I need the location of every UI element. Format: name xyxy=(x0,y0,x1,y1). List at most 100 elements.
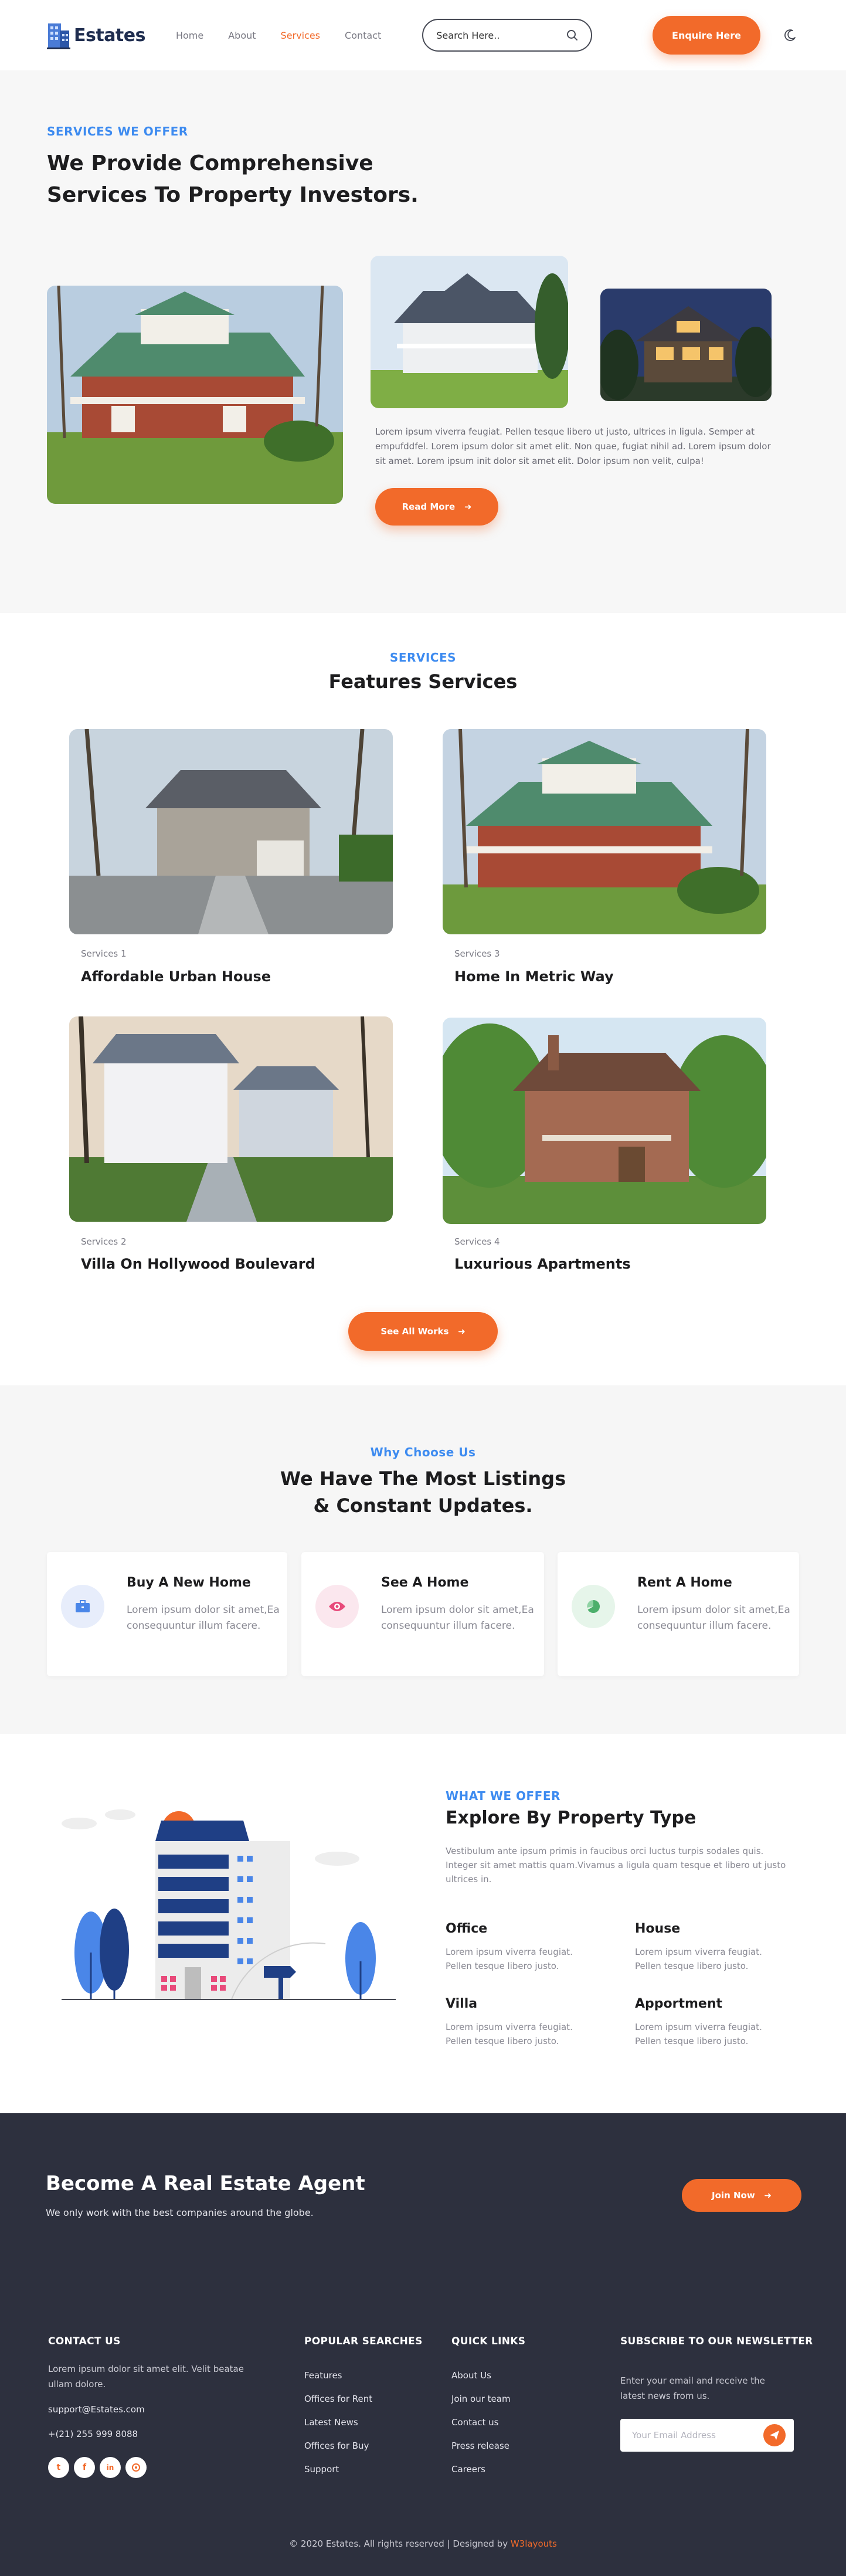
footer-contact-heading: CONTACT US xyxy=(48,2336,121,2347)
why-title-line-2: & Constant Updates. xyxy=(313,1494,533,1517)
why-card-text: Lorem ipsum dolor sit amet,Ea consequunt… xyxy=(381,1604,534,1632)
nav-link-contact[interactable]: Contact xyxy=(345,30,381,41)
nav-link-home[interactable]: Home xyxy=(176,30,203,41)
footer-link-careers[interactable]: Careers xyxy=(451,2464,485,2475)
features-eyebrow: SERVICES xyxy=(389,650,457,665)
service-card-title-2[interactable]: Home In Metric Way xyxy=(454,968,614,985)
designer-link[interactable]: W3layouts xyxy=(511,2538,557,2549)
property-type-text: Lorem ipsum viverra feugiat. Pellen tesq… xyxy=(446,1947,573,1971)
eye-icon xyxy=(315,1585,359,1628)
service-card-sub-2: Services 3 xyxy=(454,948,500,959)
hero-image-night-house xyxy=(600,289,772,401)
property-type-villa[interactable]: Villa xyxy=(446,1997,477,2011)
logo-text: Estates xyxy=(74,25,145,46)
property-type-text: Lorem ipsum viverra feugiat. Pellen tesq… xyxy=(446,2022,573,2046)
why-card-see[interactable]: See A Home Lorem ipsum dolor sit amet,Ea… xyxy=(301,1552,544,1676)
service-card-title-1[interactable]: Affordable Urban House xyxy=(81,968,271,985)
service-card-image-4[interactable] xyxy=(443,1018,766,1224)
footer-link-support[interactable]: Support xyxy=(304,2464,339,2475)
read-more-label: Read More xyxy=(402,501,456,512)
service-card-title-3[interactable]: Villa On Hollywood Boulevard xyxy=(81,1256,315,1272)
why-title-line-1: We Have The Most Listings xyxy=(280,1467,566,1490)
nav-link-services[interactable]: Services xyxy=(281,30,320,41)
footer-link-about-us[interactable]: About Us xyxy=(451,2370,491,2381)
hero-image-farmhouse xyxy=(47,286,343,504)
property-type-text: Lorem ipsum viverra feugiat. Pellen tesq… xyxy=(635,1947,762,1971)
facebook-icon[interactable]: f xyxy=(74,2457,95,2478)
nav-links: Home About Services Contact xyxy=(176,30,381,41)
copyright: © 2020 Estates. All rights reserved | De… xyxy=(0,2538,846,2549)
agent-title: Become A Real Estate Agent xyxy=(46,2172,365,2195)
hero-image-white-house xyxy=(371,256,568,408)
property-type-apportment[interactable]: Apportment xyxy=(635,1997,722,2011)
newsletter-email-input[interactable] xyxy=(632,2430,763,2441)
footer-quick-heading: QUICK LINKS xyxy=(451,2336,526,2347)
hero-title: We Provide Comprehensive Services To Pro… xyxy=(47,151,419,207)
property-type-section: WHAT WE OFFER Explore By Property Type V… xyxy=(0,1734,846,2113)
why-title: We Have The Most Listings & Constant Upd… xyxy=(0,1465,846,1519)
search-input[interactable] xyxy=(436,29,567,41)
moon-icon xyxy=(784,29,796,41)
footer-popular-heading: POPULAR SEARCHES xyxy=(304,2336,423,2347)
why-eyebrow: Why Choose Us xyxy=(370,1445,476,1459)
why-card-title: See A Home xyxy=(381,1575,469,1590)
paper-plane-icon xyxy=(770,2431,779,2440)
why-choose-section: Why Choose Us We Have The Most Listings … xyxy=(0,1385,846,1734)
footer-phone-link[interactable]: +(21) 255 999 8088 xyxy=(48,2429,138,2439)
service-card-sub-3: Services 2 xyxy=(81,1236,127,1247)
linkedin-icon[interactable]: in xyxy=(100,2457,121,2478)
search-box xyxy=(422,19,593,52)
property-type-house[interactable]: House xyxy=(635,1921,680,1936)
footer-link-join-team[interactable]: Join our team xyxy=(451,2394,511,2404)
service-card-image-1[interactable] xyxy=(69,729,393,934)
enquire-button[interactable]: Enquire Here xyxy=(653,16,760,55)
twitter-icon[interactable]: t xyxy=(48,2457,69,2478)
property-eyebrow: WHAT WE OFFER xyxy=(446,1789,560,1803)
hero-section: SERVICES WE OFFER We Provide Comprehensi… xyxy=(0,70,846,613)
footer-link-offices-rent[interactable]: Offices for Rent xyxy=(304,2394,372,2404)
footer-newsletter-text: Enter your email and receive the latest … xyxy=(620,2375,765,2401)
building-illustration xyxy=(62,1809,396,2000)
join-now-button[interactable]: Join Now ➜ xyxy=(682,2179,801,2212)
top-navbar: Estates Home About Services Contact Enqu… xyxy=(0,0,846,70)
footer-email-link[interactable]: support@Estates.com xyxy=(48,2404,145,2415)
logo[interactable]: Estates xyxy=(47,21,145,49)
search-icon[interactable] xyxy=(566,29,578,41)
property-type-office[interactable]: Office xyxy=(446,1921,487,1936)
property-type-text: Lorem ipsum viverra feugiat. Pellen tesq… xyxy=(635,2022,762,2046)
features-section: SERVICES Features Services Services 1 Af… xyxy=(0,613,846,1385)
why-card-title: Rent A Home xyxy=(637,1575,732,1590)
theme-toggle[interactable] xyxy=(782,26,799,44)
hero-paragraph: Lorem ipsum viverra feugiat. Pellen tesq… xyxy=(375,426,771,466)
github-icon[interactable] xyxy=(125,2457,147,2478)
footer: Become A Real Estate Agent We only work … xyxy=(0,2113,846,2576)
arrow-right-icon: ➜ xyxy=(451,1326,466,1337)
newsletter-send-button[interactable] xyxy=(763,2424,786,2446)
briefcase-icon xyxy=(61,1585,104,1628)
read-more-button[interactable]: Read More ➜ xyxy=(375,488,498,526)
service-card-image-3[interactable] xyxy=(69,1016,393,1222)
agent-subtitle: We only work with the best companies aro… xyxy=(46,2207,314,2218)
why-card-text: Lorem ipsum dolor sit amet,Ea consequunt… xyxy=(637,1604,790,1632)
hero-eyebrow: SERVICES WE OFFER xyxy=(47,124,188,138)
property-title: Explore By Property Type xyxy=(446,1808,696,1828)
see-all-works-button[interactable]: See All Works ➜ xyxy=(348,1312,498,1351)
features-title: Features Services xyxy=(328,670,518,693)
why-card-buy[interactable]: Buy A New Home Lorem ipsum dolor sit ame… xyxy=(47,1552,287,1676)
footer-link-latest-news[interactable]: Latest News xyxy=(304,2417,358,2428)
property-description: Vestibulum ante ipsum primis in faucibus… xyxy=(446,1846,786,1884)
why-card-rent[interactable]: Rent A Home Lorem ipsum dolor sit amet,E… xyxy=(558,1552,799,1676)
pie-chart-icon xyxy=(572,1585,615,1628)
why-card-text: Lorem ipsum dolor sit amet,Ea consequunt… xyxy=(127,1604,280,1632)
footer-link-press-release[interactable]: Press release xyxy=(451,2441,509,2451)
service-card-sub-1: Services 1 xyxy=(81,948,127,959)
footer-link-features[interactable]: Features xyxy=(304,2370,342,2381)
service-card-image-2[interactable] xyxy=(443,729,766,934)
service-card-title-4[interactable]: Luxurious Apartments xyxy=(454,1256,631,1272)
copyright-text: © 2020 Estates. All rights reserved | De… xyxy=(289,2538,511,2549)
newsletter-form xyxy=(620,2419,794,2452)
footer-link-contact-us[interactable]: Contact us xyxy=(451,2417,498,2428)
nav-link-about[interactable]: About xyxy=(228,30,256,41)
footer-contact-text: Lorem ipsum dolor sit amet elit. Velit b… xyxy=(48,2364,244,2389)
footer-link-offices-buy[interactable]: Offices for Buy xyxy=(304,2441,369,2451)
